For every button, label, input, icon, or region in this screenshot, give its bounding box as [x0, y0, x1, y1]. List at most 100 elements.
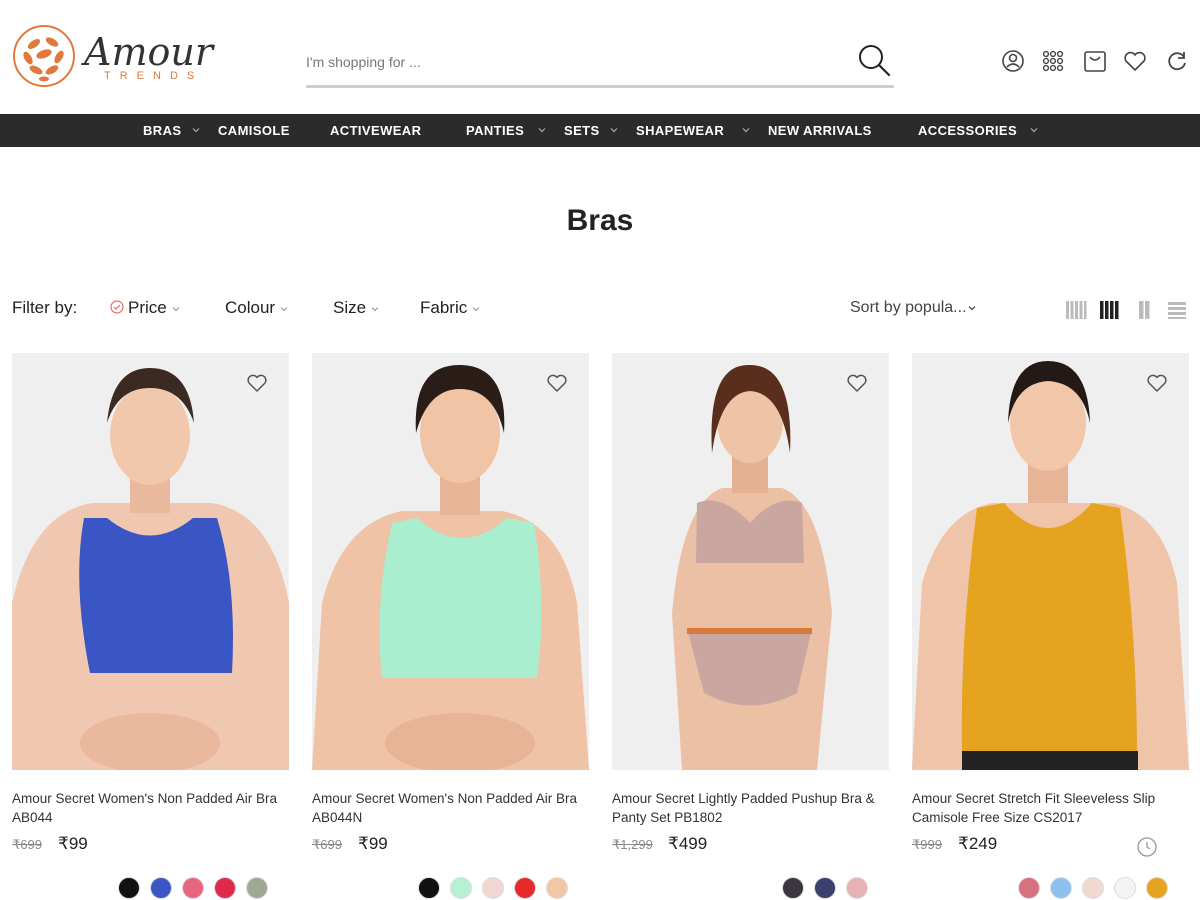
color-swatch[interactable] — [782, 877, 804, 899]
product-image[interactable] — [912, 353, 1189, 770]
wishlist-heart-icon[interactable] — [845, 371, 869, 395]
sort-dropdown[interactable]: Sort by popula... — [850, 299, 977, 317]
color-swatch[interactable] — [846, 877, 868, 899]
product-sale-price: ₹249 — [958, 834, 998, 853]
nav-item-label: ACTIVEWEAR — [330, 123, 422, 138]
color-swatch[interactable] — [214, 877, 236, 899]
color-swatch[interactable] — [1050, 877, 1072, 899]
color-swatch[interactable] — [514, 877, 536, 899]
wishlist-heart-icon[interactable] — [1122, 48, 1148, 74]
color-swatch[interactable] — [150, 877, 172, 899]
color-swatch[interactable] — [450, 877, 472, 899]
color-swatch[interactable] — [418, 877, 440, 899]
grid-view-5-icon[interactable] — [1065, 299, 1087, 321]
nav-item-new-arrivals[interactable]: NEW ARRIVALS — [768, 114, 872, 147]
color-swatch[interactable] — [1018, 877, 1040, 899]
nav-item-label: CAMISOLE — [218, 123, 290, 138]
product-card[interactable]: Amour Secret Women's Non Padded Air Bra … — [12, 353, 289, 899]
color-swatch[interactable] — [546, 877, 568, 899]
product-photo-illustration — [12, 353, 289, 770]
sort-label: Sort by popula... — [850, 299, 967, 316]
nav-item-shapewear[interactable]: SHAPEWEAR — [636, 114, 724, 147]
product-original-price: ₹999 — [912, 837, 942, 852]
recently-viewed-clock-icon[interactable] — [1136, 836, 1158, 858]
nav-item-sets[interactable]: SETS — [564, 114, 600, 147]
nav-item-label: PANTIES — [466, 123, 525, 138]
chevron-down-icon — [968, 305, 976, 311]
product-card[interactable]: Amour Secret Stretch Fit Sleeveless Slip… — [912, 353, 1189, 899]
chevron-down-icon — [610, 128, 618, 133]
logo-leaf-icon — [13, 25, 75, 87]
search-icon[interactable] — [856, 42, 892, 78]
filter-size[interactable]: Size — [333, 298, 380, 318]
nav-item-camisole[interactable]: CAMISOLE — [218, 114, 290, 147]
chevron-down-icon — [538, 128, 546, 133]
filter-bar: Filter by: Price Colour Size Fabric Sort… — [0, 294, 1200, 324]
site-logo[interactable]: Amour TRENDS — [12, 24, 213, 88]
price-tag-icon — [110, 300, 124, 314]
product-photo-illustration — [912, 353, 1189, 770]
product-original-price: ₹699 — [12, 837, 42, 852]
list-view-icon[interactable] — [1166, 299, 1188, 321]
product-sale-price: ₹499 — [668, 834, 708, 853]
cart-icon[interactable] — [1082, 48, 1108, 74]
nav-item-label: SETS — [564, 123, 600, 138]
filter-size-label: Size — [333, 298, 367, 317]
apps-grid-icon[interactable] — [1040, 48, 1066, 74]
garment-shape — [379, 518, 542, 678]
product-image[interactable] — [312, 353, 589, 770]
account-icon[interactable] — [1000, 48, 1026, 74]
chevron-down-icon — [371, 306, 379, 311]
nav-item-panties[interactable]: PANTIES — [466, 114, 524, 147]
chevron-down-icon — [172, 306, 180, 311]
color-swatch[interactable] — [1082, 877, 1104, 899]
filter-fabric-label: Fabric — [420, 298, 468, 317]
product-card[interactable]: Amour Secret Lightly Padded Pushup Bra &… — [612, 353, 889, 899]
product-image[interactable] — [612, 353, 889, 770]
product-name[interactable]: Amour Secret Women's Non Padded Air Bra … — [12, 789, 289, 827]
color-swatch[interactable] — [246, 877, 268, 899]
grid-view-4-icon[interactable] — [1098, 299, 1120, 321]
filter-colour[interactable]: Colour — [225, 298, 289, 318]
product-photo-illustration — [312, 353, 589, 770]
chevron-down-icon — [472, 306, 480, 311]
product-photo-illustration — [612, 353, 889, 770]
product-name[interactable]: Amour Secret Women's Non Padded Air Bra … — [312, 789, 589, 827]
refresh-icon[interactable] — [1164, 48, 1190, 74]
filter-price-label: Price — [128, 298, 167, 317]
wishlist-heart-icon[interactable] — [545, 371, 569, 395]
color-swatch[interactable] — [118, 877, 140, 899]
product-image[interactable] — [12, 353, 289, 770]
product-original-price: ₹1,299 — [612, 837, 653, 852]
chevron-down-icon — [192, 128, 200, 133]
filter-fabric[interactable]: Fabric — [420, 298, 481, 318]
garment-shape — [961, 503, 1137, 753]
nav-item-label: BRAS — [143, 123, 182, 138]
color-swatch[interactable] — [182, 877, 204, 899]
nav-item-activewear[interactable]: ACTIVEWEAR — [330, 114, 421, 147]
wishlist-heart-icon[interactable] — [1145, 371, 1169, 395]
nav-item-label: NEW ARRIVALS — [768, 123, 872, 138]
color-swatch[interactable] — [1146, 877, 1168, 899]
site-header: Amour TRENDS — [0, 0, 1200, 114]
grid-view-2-icon[interactable] — [1133, 299, 1155, 321]
product-name[interactable]: Amour Secret Lightly Padded Pushup Bra &… — [612, 789, 889, 827]
nav-item-label: ACCESSORIES — [918, 123, 1018, 138]
nav-item-label: SHAPEWEAR — [636, 123, 725, 138]
product-card[interactable]: Amour Secret Women's Non Padded Air Bra … — [312, 353, 589, 899]
search-input[interactable] — [306, 48, 826, 76]
color-swatch[interactable] — [814, 877, 836, 899]
chevron-down-icon — [742, 128, 750, 133]
nav-item-bras[interactable]: BRAS — [143, 114, 181, 147]
garment-shape — [79, 518, 233, 673]
filter-label: Filter by: — [12, 298, 78, 317]
page-title: Bras — [566, 204, 634, 237]
product-sale-price: ₹99 — [358, 834, 388, 853]
nav-item-accessories[interactable]: ACCESSORIES — [918, 114, 1017, 147]
wishlist-heart-icon[interactable] — [245, 371, 269, 395]
color-swatch[interactable] — [482, 877, 504, 899]
color-swatch[interactable] — [1114, 877, 1136, 899]
product-name[interactable]: Amour Secret Stretch Fit Sleeveless Slip… — [912, 789, 1189, 827]
filter-price[interactable]: Price — [110, 298, 181, 318]
logo-subtitle: TRENDS — [104, 70, 204, 82]
